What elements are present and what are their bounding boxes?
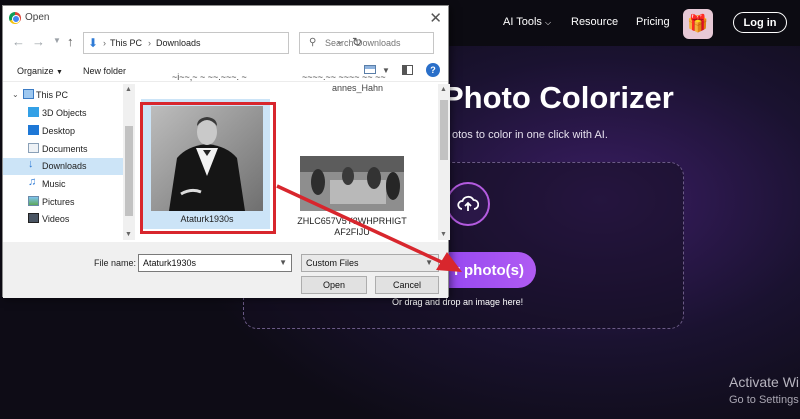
file-label-partial: ~i~~,~ ~ ~~.~~~. ~ <box>172 72 247 82</box>
scroll-up-icon[interactable]: ▲ <box>125 86 132 93</box>
videos-icon <box>28 213 39 223</box>
file-name-value: Ataturk1930s <box>143 258 197 268</box>
tree-item-documents[interactable]: Documents <box>3 141 123 158</box>
desktop-icon <box>28 125 39 135</box>
scrollbar-thumb[interactable] <box>440 100 448 160</box>
chevron-down-icon: ⌵ <box>544 18 552 27</box>
scrollbar-thumb[interactable] <box>125 126 133 216</box>
tree-item-label: Documents <box>42 144 88 154</box>
file-name-group-photo[interactable]: ZHLC657V5Y3WHPRHIGTAF2FIJU <box>297 216 407 238</box>
download-icon: ↓ <box>28 158 34 170</box>
dialog-footer: File name: Ataturk1930s ▼ Custom Files ▼… <box>3 242 448 298</box>
search-input[interactable] <box>325 38 430 48</box>
hero-subtitle: otos to color in one click with AI. <box>452 129 608 141</box>
new-folder-button[interactable]: New folder <box>83 66 126 76</box>
breadcrumb-separator-icon[interactable]: › <box>148 38 151 48</box>
cloud-upload-icon <box>446 182 490 226</box>
cube-icon <box>28 107 39 117</box>
nav-ai-tools-label: AI Tools <box>503 16 542 28</box>
group-photo-svg <box>300 156 404 211</box>
chevron-down-icon: ▼ <box>56 69 63 76</box>
file-name-label: File name: <box>94 258 137 268</box>
tree-item-label: Desktop <box>42 126 76 136</box>
forward-arrow-icon[interactable]: → <box>32 34 45 49</box>
pc-icon <box>23 89 34 99</box>
back-arrow-icon[interactable]: ← <box>12 34 25 49</box>
file-name-input[interactable]: Ataturk1930s ▼ <box>138 254 292 272</box>
tree-item-label: Music <box>42 179 66 189</box>
group-photo-thumbnail[interactable] <box>300 156 404 211</box>
tree-item-pictures[interactable]: Pictures <box>3 194 123 211</box>
scroll-up-icon[interactable]: ▲ <box>440 86 447 93</box>
login-button[interactable]: Log in <box>733 12 787 33</box>
close-icon[interactable]: ✕ <box>429 9 442 27</box>
gift-icon[interactable]: 🎁 <box>683 9 713 39</box>
tree-item-label: This PC <box>36 90 69 100</box>
documents-icon <box>28 143 39 153</box>
pictures-icon <box>28 196 39 206</box>
open-button[interactable]: Open <box>301 276 367 294</box>
scroll-down-icon[interactable]: ▼ <box>440 231 447 238</box>
drag-drop-hint: Or drag and drop an image here! <box>392 297 524 307</box>
music-icon: ♫ <box>28 176 37 188</box>
activate-windows-subtitle: Go to Settings <box>729 394 799 406</box>
tree-item-label: Pictures <box>42 197 75 207</box>
tree-item-label: Downloads <box>42 161 87 171</box>
tree-item-music[interactable]: ♫ Music <box>3 176 123 193</box>
scroll-down-icon[interactable]: ▼ <box>125 231 132 238</box>
cancel-button[interactable]: Cancel <box>375 276 439 294</box>
downloads-folder-icon: ⬇ <box>88 36 99 50</box>
red-highlight-box <box>140 102 276 234</box>
chevron-down-icon: ▼ <box>425 258 433 267</box>
search-icon: ⚲ <box>309 37 317 48</box>
navigation-pane: ⌄ This PC 3D Objects Desktop Documents ↓… <box>3 84 123 240</box>
tree-item-videos[interactable]: Videos <box>3 211 123 228</box>
nav-ai-tools[interactable]: AI Tools ⌵ <box>503 16 551 28</box>
tree-item-downloads[interactable]: ↓ Downloads <box>3 158 123 175</box>
dialog-titlebar[interactable]: Open ✕ <box>3 6 448 30</box>
open-file-dialog: Open ✕ ← → ▼ ↑ ⬇ › This PC › Downloads ⌄… <box>2 5 450 298</box>
organize-menu[interactable]: Organize ▼ <box>17 66 63 76</box>
search-box[interactable]: ⚲ <box>299 32 434 54</box>
file-label-partial: annes_Hahn <box>332 83 384 93</box>
nav-resource[interactable]: Resource <box>571 16 618 28</box>
tree-item-label: Videos <box>42 214 70 224</box>
file-label-partial: ~~~~.~~ ~~~~ ~~ ~~ <box>302 72 386 82</box>
tree-item-3d-objects[interactable]: 3D Objects <box>3 105 123 122</box>
chevron-down-icon[interactable]: ⌄ <box>12 90 19 99</box>
tree-item-label: 3D Objects <box>42 108 87 118</box>
breadcrumb-downloads[interactable]: Downloads <box>156 38 201 48</box>
tree-item-desktop[interactable]: Desktop <box>3 123 123 140</box>
address-bar[interactable]: ⬇ › This PC › Downloads ⌄ ↻ <box>83 32 362 54</box>
nav-pricing[interactable]: Pricing <box>636 16 670 28</box>
organize-label: Organize <box>17 66 54 76</box>
breadcrumb-this-pc[interactable]: This PC <box>110 38 142 48</box>
activate-windows-title: Activate Wi <box>729 374 800 390</box>
dialog-title: Open <box>25 12 50 23</box>
navigation-scrollbar[interactable]: ▲ ▼ <box>123 84 135 240</box>
file-type-value: Custom Files <box>306 258 359 268</box>
dialog-toolbar: ← → ▼ ↑ ⬇ › This PC › Downloads ⌄ ↻ ⚲ <box>3 31 448 55</box>
chrome-icon <box>9 12 21 24</box>
file-type-select[interactable]: Custom Files ▼ <box>301 254 439 272</box>
breadcrumb-separator-icon[interactable]: › <box>103 38 106 48</box>
chevron-down-icon[interactable]: ▼ <box>279 258 287 267</box>
recent-locations-chevron-icon[interactable]: ▼ <box>53 36 61 45</box>
tree-item-this-pc[interactable]: ⌄ This PC <box>3 87 123 104</box>
hero-title: Photo Colorizer <box>443 80 674 115</box>
file-list-scrollbar[interactable]: ▲ ▼ <box>438 84 450 240</box>
cloud-upload-svg <box>457 195 479 211</box>
up-arrow-icon[interactable]: ↑ <box>67 34 74 49</box>
